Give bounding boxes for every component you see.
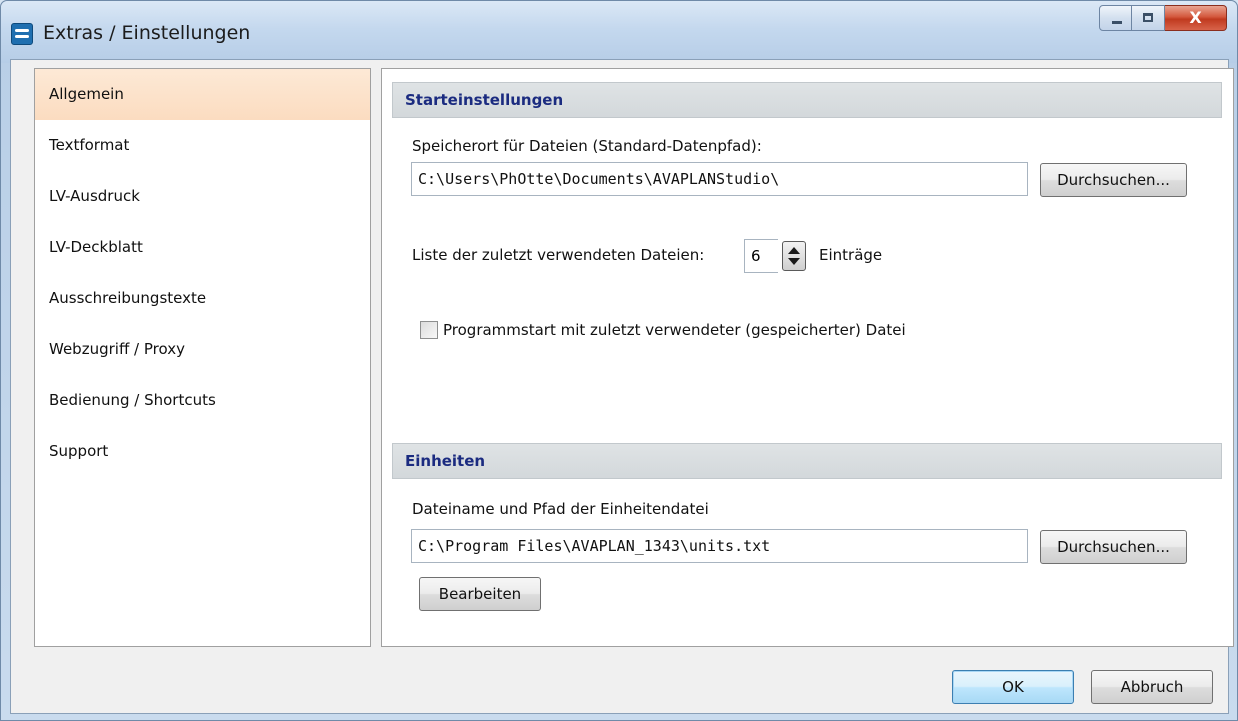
app-icon bbox=[11, 23, 33, 45]
browse-units-file-button[interactable]: Durchsuchen... bbox=[1040, 530, 1187, 564]
data-path-label: Speicherort für Dateien (Standard-Datenp… bbox=[412, 137, 762, 155]
minimize-button[interactable] bbox=[1099, 5, 1132, 31]
edit-units-button[interactable]: Bearbeiten bbox=[419, 577, 541, 611]
maximize-button[interactable] bbox=[1132, 5, 1165, 31]
recent-files-label: Liste der zuletzt verwendeten Dateien: bbox=[412, 246, 705, 264]
nav-item-support[interactable]: Support bbox=[35, 426, 370, 477]
caption-buttons: X bbox=[1099, 5, 1227, 31]
cancel-button[interactable]: Abbruch bbox=[1091, 670, 1213, 704]
recent-files-stepper[interactable] bbox=[782, 241, 806, 271]
section-header-units: Einheiten bbox=[392, 443, 1222, 479]
start-with-last-file-label[interactable]: Programmstart mit zuletzt verwendeter (g… bbox=[443, 321, 906, 339]
settings-content: Starteinstellungen Speicherort für Datei… bbox=[381, 68, 1234, 647]
close-button[interactable]: X bbox=[1165, 5, 1227, 31]
recent-files-count[interactable]: 6 bbox=[744, 239, 778, 273]
close-icon: X bbox=[1189, 8, 1202, 27]
start-with-last-file-checkbox[interactable] bbox=[420, 321, 438, 339]
title-bar[interactable]: Extras / Einstellungen X bbox=[1, 1, 1237, 63]
category-list: Allgemein Textformat LV-Ausdruck LV-Deck… bbox=[34, 68, 371, 647]
nav-item-bedienung-shortcuts[interactable]: Bedienung / Shortcuts bbox=[35, 375, 370, 426]
data-path-input[interactable]: C:\Users\PhOtte\Documents\AVAPLANStudio\ bbox=[411, 162, 1028, 196]
spin-up-icon[interactable] bbox=[788, 247, 800, 254]
spin-down-icon[interactable] bbox=[788, 258, 800, 265]
window-title: Extras / Einstellungen bbox=[43, 22, 251, 44]
recent-files-unit: Einträge bbox=[819, 246, 883, 264]
nav-item-textformat[interactable]: Textformat bbox=[35, 120, 370, 171]
units-file-input[interactable]: C:\Program Files\AVAPLAN_1343\units.txt bbox=[411, 529, 1028, 563]
section-header-start: Starteinstellungen bbox=[392, 82, 1222, 118]
dialog-client-area: Allgemein Textformat LV-Ausdruck LV-Deck… bbox=[10, 59, 1234, 714]
nav-item-webzugriff-proxy[interactable]: Webzugriff / Proxy bbox=[35, 324, 370, 375]
nav-item-lv-deckblatt[interactable]: LV-Deckblatt bbox=[35, 222, 370, 273]
browse-data-path-button[interactable]: Durchsuchen... bbox=[1040, 163, 1187, 197]
nav-item-ausschreibungstexte[interactable]: Ausschreibungstexte bbox=[35, 273, 370, 324]
nav-item-allgemein[interactable]: Allgemein bbox=[35, 69, 370, 120]
ok-button[interactable]: OK bbox=[952, 670, 1074, 704]
maximize-icon bbox=[1143, 13, 1153, 22]
minimize-icon bbox=[1112, 21, 1122, 24]
settings-window: Extras / Einstellungen X Allgemein Textf… bbox=[0, 0, 1238, 721]
units-file-label: Dateiname und Pfad der Einheitendatei bbox=[412, 500, 709, 518]
nav-item-lv-ausdruck[interactable]: LV-Ausdruck bbox=[35, 171, 370, 222]
